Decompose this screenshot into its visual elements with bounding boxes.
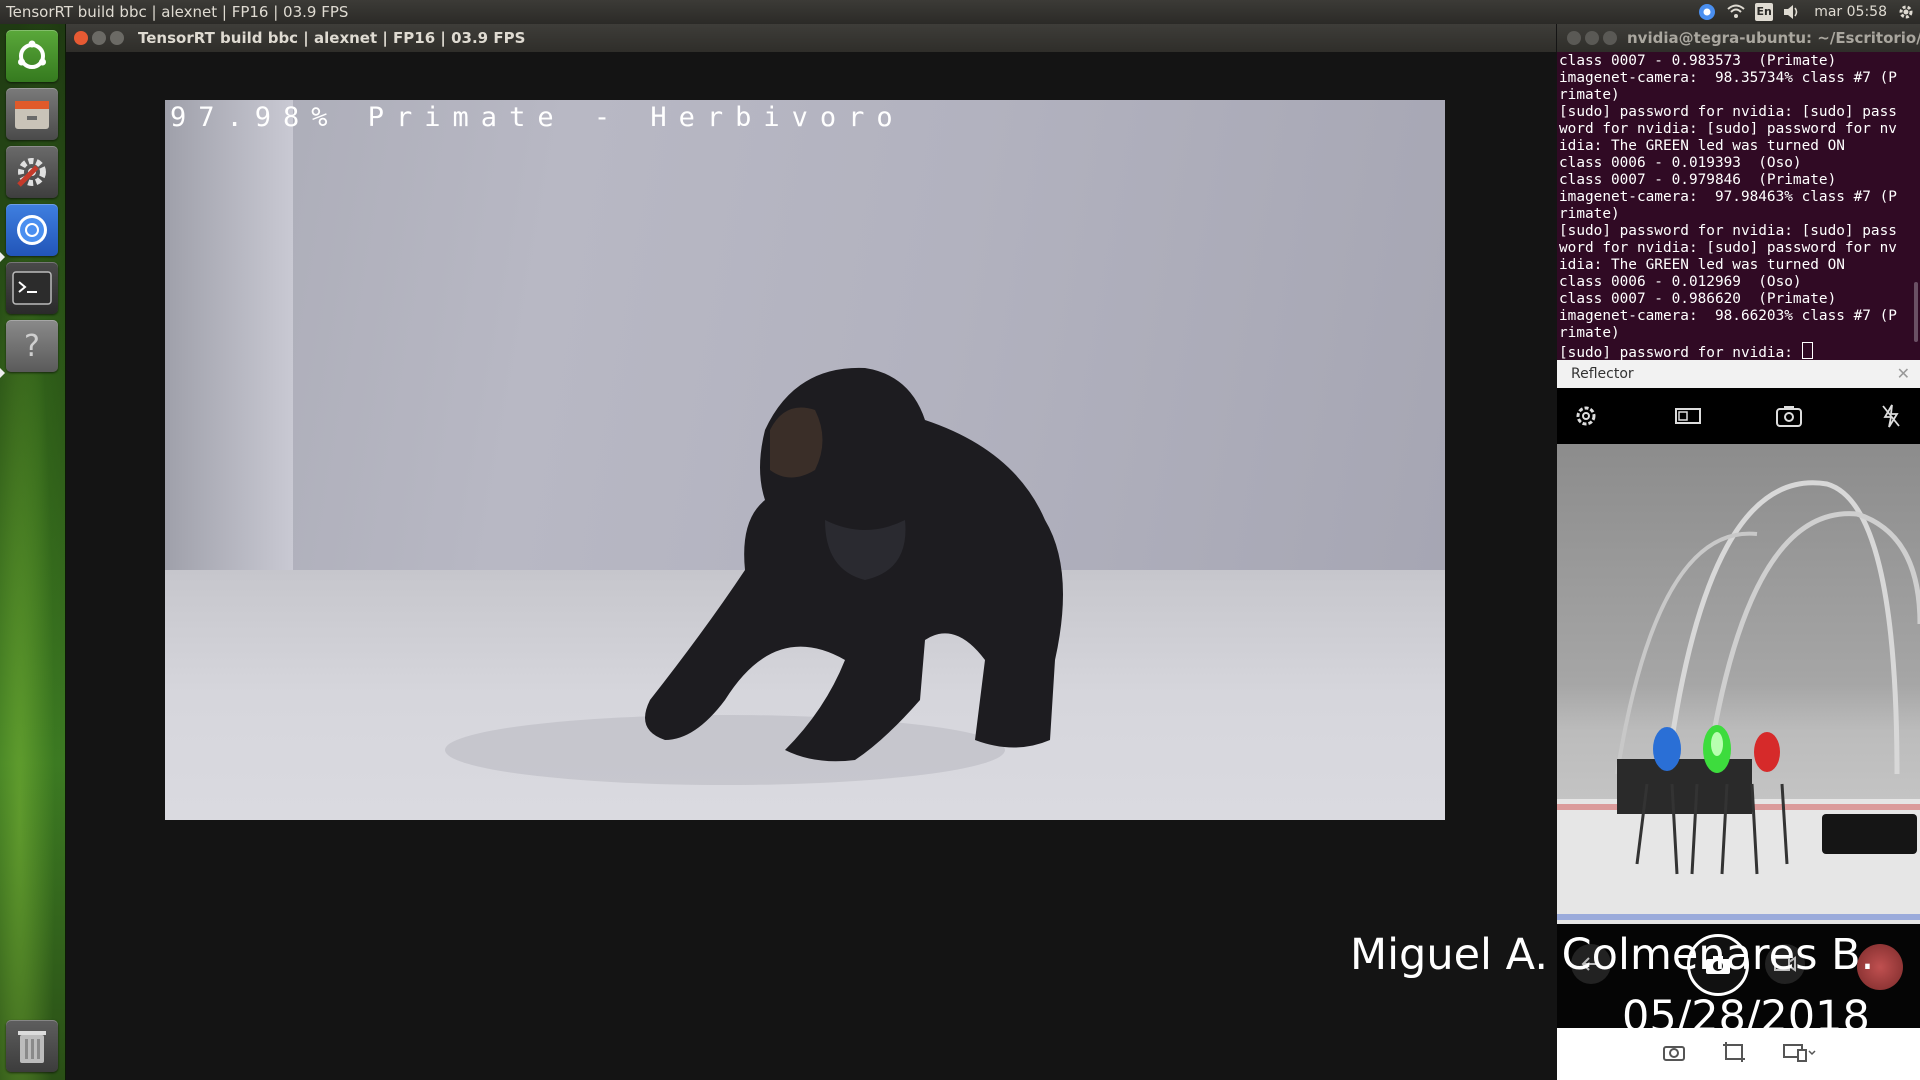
flash-off-icon[interactable] (1876, 401, 1906, 431)
settings-gear-icon[interactable] (1896, 2, 1916, 22)
launcher-item-trash[interactable] (6, 1020, 58, 1072)
terminal-line: class 0007 - 0.979846 (Primate) (1559, 172, 1837, 188)
terminal-prompt: [sudo] password for nvidia: (1559, 345, 1802, 360)
terminal-line: rimate) (1559, 325, 1620, 341)
terminal-output[interactable]: class 0007 - 0.983573 (Primate) imagenet-… (1557, 52, 1920, 360)
breadboard-led-scene (1557, 480, 1920, 924)
top-panel: TensorRT build bbc | alexnet | FP16 | 03… (0, 0, 1920, 24)
date-credit: 05/28/2018 (1622, 992, 1870, 1042)
terminal-line: word for nvidia: [sudo] password for nv (1559, 240, 1897, 256)
close-icon[interactable]: ✕ (1897, 360, 1910, 388)
svg-text:?: ? (24, 329, 40, 363)
launcher: ? (0, 24, 66, 1080)
aspect-ratio-icon[interactable] (1673, 401, 1703, 431)
terminal-line: rimate) (1559, 87, 1620, 103)
terminal-line: imagenet-camera: 98.66203% class #7 (P (1559, 308, 1897, 324)
camera-feed: 97.98% Primate - Herbivoro (165, 100, 1445, 820)
volume-icon[interactable] (1782, 2, 1802, 22)
terminal-line: imagenet-camera: 98.35734% class #7 (P (1559, 70, 1897, 86)
chromium-indicator-icon[interactable] (1697, 2, 1717, 22)
terminal-line: rimate) (1559, 206, 1620, 222)
terminal-icon (12, 271, 52, 305)
terminal-line: class 0007 - 0.986620 (Primate) (1559, 291, 1837, 307)
terminal-line: class 0006 - 0.019393 (Oso) (1559, 155, 1802, 171)
chromium-icon (17, 215, 47, 245)
launcher-item-chromium[interactable] (6, 204, 58, 256)
terminal-maximize-button[interactable] (1603, 31, 1617, 45)
author-credit: Miguel A. Colmenares B. (1350, 930, 1875, 980)
main-window-title: TensorRT build bbc | alexnet | FP16 | 03… (138, 29, 526, 47)
minimize-window-button[interactable] (92, 31, 106, 45)
phone-camera-toolbar (1557, 388, 1920, 444)
ubuntu-dash-icon (18, 40, 46, 69)
file-manager-icon (15, 101, 49, 129)
reflector-title: Reflector (1571, 366, 1634, 382)
help-icon: ? (24, 329, 40, 363)
reflector-titlebar[interactable]: Reflector ✕ (1557, 360, 1920, 389)
close-window-button[interactable] (74, 31, 88, 45)
switch-camera-icon[interactable] (1774, 401, 1804, 431)
launcher-item-terminal[interactable] (6, 262, 58, 314)
keyboard-language-indicator[interactable]: En (1755, 3, 1774, 21)
crop-mode-icon[interactable] (1722, 1041, 1746, 1067)
photo-mode-icon[interactable] (1662, 1042, 1686, 1066)
system-tray: En mar 05:58 (1688, 0, 1920, 24)
terminal-scrollbar[interactable] (1914, 282, 1918, 342)
launcher-item-dash[interactable] (6, 30, 58, 82)
active-window-title: TensorRT build bbc | alexnet | FP16 | 03… (6, 3, 349, 21)
terminal-line: idia: The GREEN led was turned ON (1559, 257, 1845, 273)
main-window-titlebar[interactable]: TensorRT build bbc | alexnet | FP16 | 03… (66, 24, 1556, 52)
terminal-close-button[interactable] (1567, 31, 1581, 45)
terminal-lines: class 0007 - 0.983573 (Primate) imagenet-… (1557, 52, 1920, 360)
launcher-item-files[interactable] (6, 88, 58, 140)
launcher-item-settings[interactable] (6, 146, 58, 198)
terminal-line: idia: The GREEN led was turned ON (1559, 138, 1845, 154)
device-mode-icon[interactable] (1782, 1042, 1816, 1066)
system-settings-icon (17, 158, 46, 187)
terminal-line: word for nvidia: [sudo] password for nv (1559, 121, 1897, 137)
terminal-minimize-button[interactable] (1585, 31, 1599, 45)
terminal-line: [sudo] password for nvidia: [sudo] pass (1559, 104, 1897, 120)
trash-icon (18, 1031, 46, 1063)
clock[interactable]: mar 05:58 (1814, 0, 1887, 24)
terminal-line: class 0007 - 0.983573 (Primate) (1559, 53, 1837, 69)
terminal-title: nvidia@tegra-ubuntu: ~/Escritorio/jetson (1627, 29, 1920, 47)
terminal-titlebar[interactable]: nvidia@tegra-ubuntu: ~/Escritorio/jetson (1557, 24, 1920, 52)
classification-label: 97.98% Primate - Herbivoro (170, 102, 905, 133)
maximize-window-button[interactable] (110, 31, 124, 45)
phone-camera-preview (1557, 444, 1920, 924)
wifi-icon[interactable] (1726, 2, 1746, 22)
gorilla-figure (445, 367, 1063, 785)
camera-settings-gear-icon[interactable] (1571, 401, 1601, 431)
terminal-line: imagenet-camera: 97.98463% class #7 (P (1559, 189, 1897, 205)
terminal-cursor (1801, 342, 1813, 359)
launcher-item-help[interactable]: ? (6, 320, 58, 372)
terminal-line: [sudo] password for nvidia: [sudo] pass (1559, 223, 1897, 239)
terminal-prompt-line[interactable]: [sudo] password for nvidia: (1559, 342, 1920, 360)
terminal-line: class 0006 - 0.012969 (Oso) (1559, 274, 1802, 290)
